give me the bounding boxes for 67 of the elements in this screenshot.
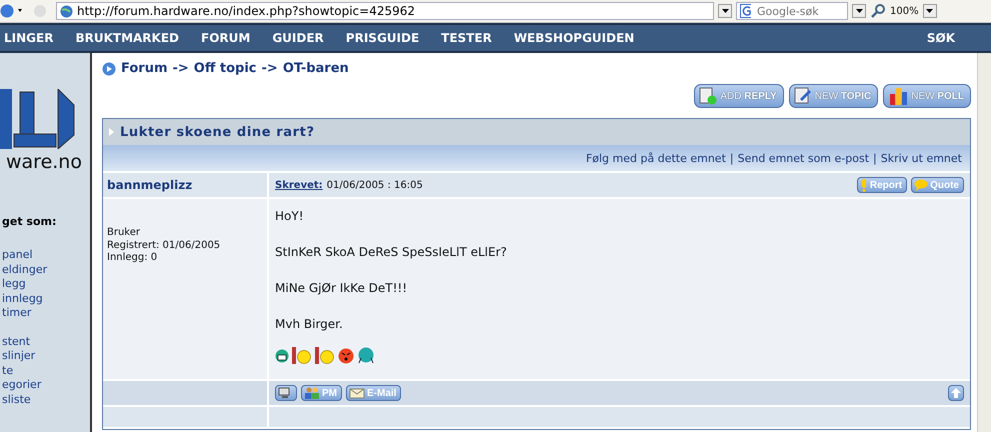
post-text: StInKeR SkoA DeReS SpeSsIeLlT eLlEr? [275,245,508,259]
breadcrumb-link[interactable]: Off topic [194,61,257,76]
profile-button[interactable] [275,385,297,401]
arrow-circle-icon [102,62,116,76]
computer-icon [278,387,292,399]
caret-icon [722,9,728,13]
dropdown-button[interactable] [922,4,937,18]
breadcrumb-separator: -> [172,61,189,76]
sidebar-heading: get som: [2,215,58,228]
grinning-smiley-icon [275,348,289,362]
triangle-icon [109,128,114,136]
sidebar-link[interactable]: eldinger [0,262,90,277]
topic-title: Lukter skoene dine rart? [120,124,315,140]
nav-link[interactable]: PRISGUIDE [346,31,420,45]
search-field[interactable]: Google-søk [736,2,848,20]
g-logo-icon [740,4,751,18]
document-add-icon [699,87,718,105]
search-link[interactable]: SØK [926,31,955,45]
post-text: MiNe GjØr IkKe DeT!!! [275,281,408,295]
address-field[interactable]: http://forum.hardware.no/index.php?showtopic=425962 [56,2,714,20]
nav-link[interactable]: LINGER [4,31,54,45]
topic-link[interactable]: Send emnet som e-post [738,152,870,164]
user-info: Bruker Registrert: 01/06/2005 Innlegg: 0 [107,227,222,264]
exclamation-icon [860,178,868,192]
logo-text: ware.no [6,151,83,173]
zoom-level: 100% [890,6,919,16]
posted-link[interactable]: Skrevet: [275,180,323,190]
nav-link[interactable]: BRUKTMARKED [75,31,179,45]
post-text: Mvh Birger. [275,317,344,331]
link-separator: | [873,152,877,164]
link-separator: | [730,152,734,164]
nav-link[interactable]: GUIDER [272,31,324,45]
sidebar-link[interactable]: egorier [0,378,90,392]
nav-link[interactable]: FORUM [201,31,250,45]
angry-smiley-icon [338,348,354,364]
globe-icon [60,4,73,18]
sidebar-link[interactable]: innlegg [0,292,90,306]
sidebar-link[interactable]: slinjer [0,349,90,364]
people-icon [304,387,320,399]
author-name[interactable]: bannmeplizz [107,178,263,192]
topic-link[interactable]: Skriv ut emnet [880,152,962,164]
sidebar-link[interactable]: stent [0,334,90,349]
sidebar-link[interactable]: te [0,364,90,378]
scrollbar[interactable] [977,53,991,432]
breadcrumb-link[interactable]: Forum [121,61,168,76]
envelope-icon [349,388,365,398]
magnifier-icon[interactable] [870,3,886,19]
document-pencil-icon [794,87,812,105]
sidebar-link[interactable]: sliste [0,392,90,407]
up-arrow-icon [951,388,961,398]
topic-link[interactable]: Følg med på dette emnet [586,152,726,164]
sidebar-link[interactable]: panel [0,248,90,262]
post-date: 01/06/2005 : 16:05 [326,180,423,190]
dropdown-button[interactable] [718,4,732,18]
breadcrumb-separator: -> [262,61,278,76]
sidebar-link[interactable]: timer [0,306,90,320]
caret-icon [926,9,934,13]
breadcrumb-link[interactable]: OT-baren [282,61,349,76]
nav-link[interactable]: WEBSHOPGUIDEN [514,31,634,45]
dropdown-button[interactable] [852,4,866,18]
sidebar-link[interactable]: legg [0,277,90,292]
nav-link[interactable]: TESTER [441,31,492,45]
bar-chart-icon [888,86,908,106]
back-to-top-button[interactable] [948,385,964,401]
caret-icon [856,9,862,13]
speech-bubble-icon [914,179,928,191]
post-text: HoY! [275,209,305,223]
